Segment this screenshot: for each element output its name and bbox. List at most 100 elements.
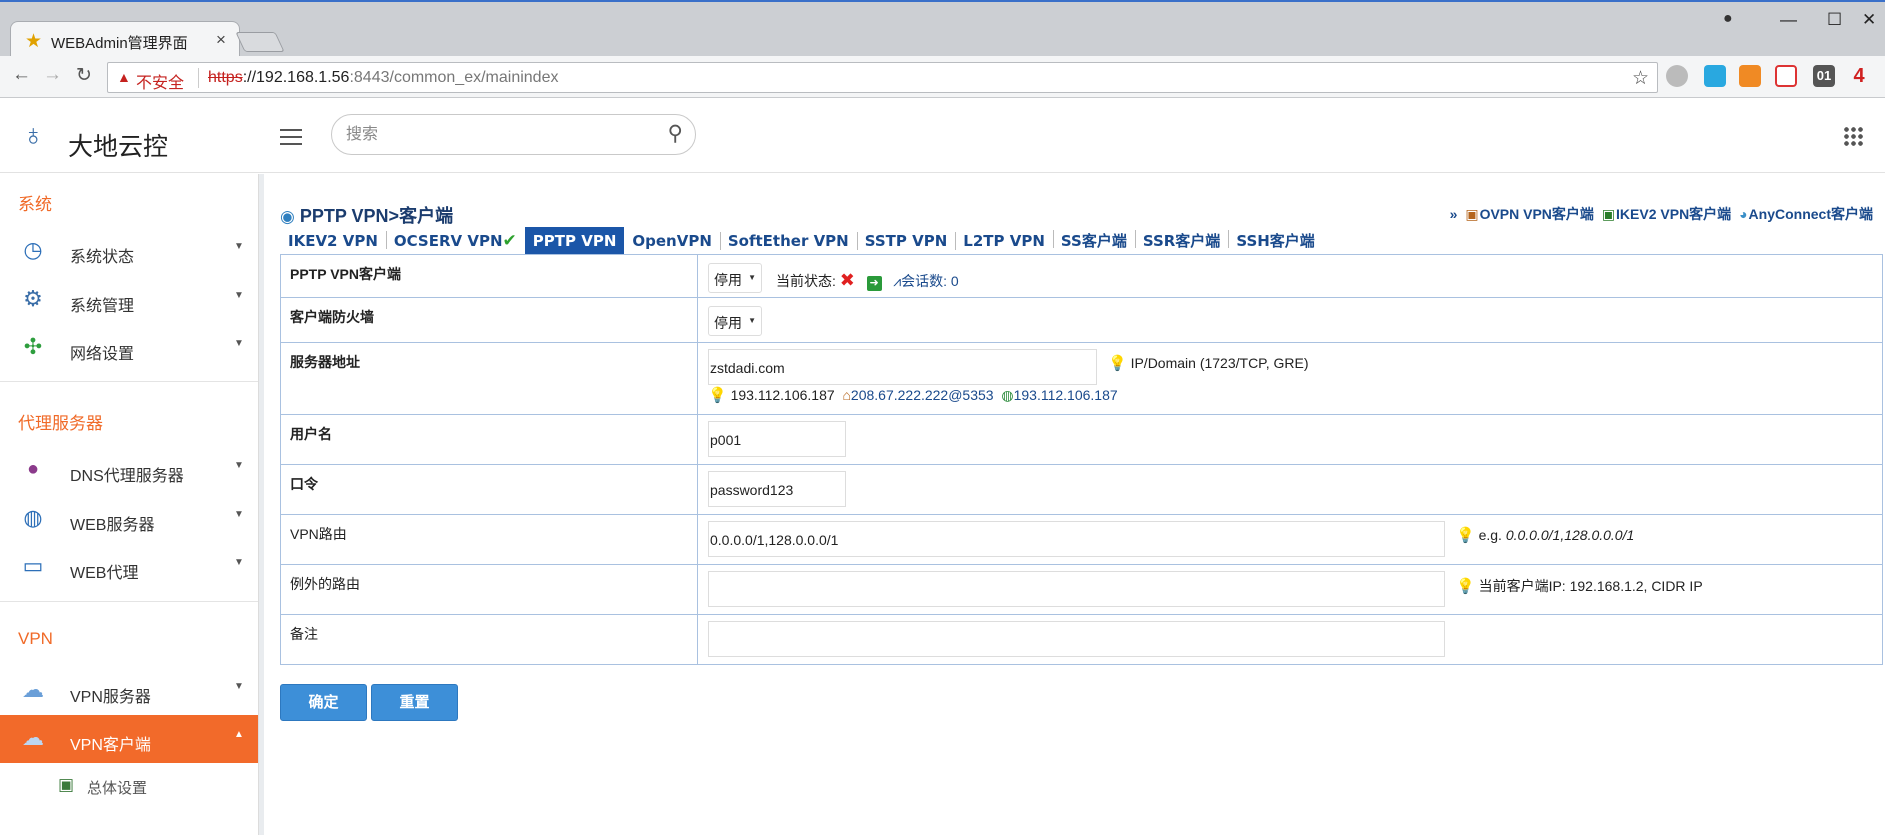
new-tab-button[interactable]	[235, 32, 285, 52]
extension-flower-icon[interactable]	[1775, 65, 1797, 87]
sidebar-divider	[0, 601, 258, 602]
sidebar-item-label: WEB服务器	[70, 517, 155, 534]
extension-01-icon[interactable]: 01	[1813, 65, 1835, 87]
main-content: ◉ PPTP VPN>客户端 » ▣OVPN VPN客户端 ▣IKEV2 VPN…	[259, 174, 1885, 835]
tab-label: OCSERV VPN	[393, 232, 503, 250]
link-anyconnect-client[interactable]: ◕AnyConnect客户端	[1739, 206, 1873, 222]
firewall-select[interactable]: 停用	[708, 306, 762, 336]
ok-button[interactable]: 确定	[280, 684, 367, 721]
except-route-input[interactable]	[708, 571, 1445, 607]
password-input[interactable]: password123	[708, 471, 846, 507]
address-separator	[198, 68, 199, 88]
insecure-label: 不安全	[136, 75, 185, 92]
www-globe-icon: ◍	[23, 505, 43, 530]
tab-ss-client[interactable]: SS客户端	[1052, 225, 1135, 253]
page-title-text: PPTP VPN>客户端	[299, 206, 454, 226]
stopped-x-icon: ✖	[839, 270, 855, 290]
sidebar-item-label: WEB代理	[70, 565, 139, 582]
sidebar-item-system-management[interactable]: ⚙ 系统管理 ▼	[0, 276, 258, 324]
star-favicon-icon: ★	[25, 31, 43, 52]
reset-button[interactable]: 重置	[371, 684, 458, 721]
server-address-input[interactable]: zstdadi.com	[708, 349, 1097, 385]
satellite-logo-icon: ♁	[22, 119, 45, 152]
start-arrow-icon[interactable]: ➜	[866, 276, 882, 291]
tab-sstp-vpn[interactable]: SSTP VPN	[856, 227, 956, 255]
tab-close-icon[interactable]: ×	[216, 30, 226, 50]
username-label: 用户名	[281, 415, 698, 464]
sidebar-item-web-proxy[interactable]: ▭ WEB代理 ▼	[0, 543, 258, 591]
extension-circle-icon[interactable]	[1666, 65, 1688, 87]
bookmark-star-icon[interactable]: ☆	[1632, 67, 1649, 90]
sidebar-item-label: 网络设置	[70, 346, 135, 363]
menu-toggle-icon[interactable]	[280, 129, 302, 145]
note-input[interactable]	[708, 621, 1445, 657]
search-box: ⚲	[331, 114, 696, 155]
server-ip-1: 193.112.106.187	[730, 387, 835, 403]
url-path: /common_ex/mainindex	[389, 69, 559, 86]
forward-icon[interactable]: →	[43, 64, 62, 86]
extension-face-icon[interactable]	[1739, 65, 1761, 87]
settings-monitor-icon: ▣	[58, 775, 75, 794]
tab-ocserv-vpn[interactable]: OCSERV VPN✔	[385, 226, 525, 254]
vpn-route-label: VPN路由	[281, 515, 698, 564]
vpn-route-input[interactable]: 0.0.0.0/1,128.0.0.0/1	[708, 521, 1445, 557]
client-enable-select[interactable]: 停用	[708, 263, 762, 293]
warning-icon: ▲	[117, 69, 131, 85]
minimize-icon[interactable]: —	[1780, 10, 1797, 30]
sidebar-subitem-general-settings[interactable]: ▣ 总体设置	[0, 770, 258, 806]
link-ikev2-client[interactable]: ▣IKEV2 VPN客户端	[1602, 206, 1731, 222]
tab-l2tp-vpn[interactable]: L2TP VPN	[955, 227, 1053, 255]
sidebar-item-vpn-client[interactable]: ☁ VPN客户端 ▲	[0, 715, 258, 763]
extension-4-icon[interactable]: 4	[1848, 65, 1870, 87]
sidebar-item-dns-proxy[interactable]: ● DNS代理服务器 ▼	[0, 446, 258, 494]
link-label: AnyConnect客户端	[1748, 206, 1873, 222]
tab-ssr-client[interactable]: SSR客户端	[1134, 225, 1228, 253]
username-input[interactable]: p001	[708, 421, 846, 457]
tab-ssh-client[interactable]: SSH客户端	[1228, 225, 1323, 253]
extension-grid-icon[interactable]	[1704, 65, 1726, 87]
browser-tab[interactable]: ★ WEBAdmin管理界面 ×	[10, 21, 240, 58]
sidebar-section-system: 系统	[18, 195, 52, 214]
apps-grid-icon[interactable]	[1843, 126, 1863, 146]
sessions-link[interactable]: 会话数: 0	[901, 273, 959, 289]
server-ip-2-link[interactable]: 193.112.106.187	[1014, 387, 1118, 403]
url-text[interactable]: https://192.168.1.56:8443/common_ex/main…	[208, 69, 558, 87]
chevron-down-icon: ▼	[234, 241, 244, 252]
address-bar[interactable]: ▲ 不安全 https://192.168.1.56:8443/common_e…	[107, 62, 1658, 93]
sidebar-item-network-settings[interactable]: ✣ 网络设置 ▼	[0, 324, 258, 372]
link-ovpn-client[interactable]: ▣OVPN VPN客户端	[1465, 206, 1594, 222]
sidebar-item-vpn-server[interactable]: ☁ VPN服务器 ▼	[0, 667, 258, 715]
form-row-vpn-route: VPN路由 0.0.0.0/1,128.0.0.0/1 💡 e.g. 0.0.0…	[280, 515, 1883, 565]
tab-openvpn[interactable]: OpenVPN	[624, 227, 720, 255]
profile-icon[interactable]: ●	[1723, 10, 1733, 28]
vpn-route-hint-prefix: e.g.	[1478, 527, 1506, 543]
close-window-icon[interactable]: ✕	[1862, 10, 1876, 30]
status-label: 当前状态:	[776, 273, 836, 289]
search-input[interactable]	[346, 124, 646, 146]
checkmark-icon: ✔	[502, 231, 517, 251]
tab-title: WEBAdmin管理界面	[51, 35, 188, 52]
sidebar: 系统 ◷ 系统状态 ▼ ⚙ 系统管理 ▼ ✣ 网络设置 ▼ 代理服务器 ● DN…	[0, 174, 259, 835]
chevron-down-icon: ▼	[234, 338, 244, 349]
browser-titlebar: ★ WEBAdmin管理界面 × ● — ☐ ✕	[0, 0, 1885, 58]
tab-ikev2-vpn[interactable]: IKEV2 VPN	[280, 227, 386, 255]
chevron-down-icon: ▼	[234, 460, 244, 471]
sidebar-item-label: 系统状态	[70, 249, 135, 266]
maximize-icon[interactable]: ☐	[1827, 10, 1842, 30]
sidebar-item-web-server[interactable]: ◍ WEB服务器 ▼	[0, 495, 258, 543]
lightbulb-icon: 💡	[708, 387, 727, 404]
client-enable-value: 停用	[714, 272, 742, 288]
lightbulb-icon: 💡	[1108, 355, 1127, 372]
firewall-label: 客户端防火墙	[281, 298, 698, 342]
back-icon[interactable]: ←	[12, 64, 31, 86]
tab-softether-vpn[interactable]: SoftEther VPN	[719, 227, 857, 255]
search-icon[interactable]: ⚲	[668, 121, 683, 146]
dns-server-link[interactable]: 208.67.222.222@5353	[851, 387, 994, 403]
cloud-lightning-icon: ☁	[22, 677, 44, 702]
tab-pptp-vpn[interactable]: PPTP VPN	[524, 227, 625, 255]
url-host: ://192.168.1.56	[242, 69, 350, 86]
sidebar-item-system-status[interactable]: ◷ 系统状态 ▼	[0, 227, 258, 275]
quick-links: » ▣OVPN VPN客户端 ▣IKEV2 VPN客户端 ◕AnyConnect…	[1450, 204, 1873, 224]
lock-icon: ▣	[1465, 206, 1479, 222]
reload-icon[interactable]: ↻	[76, 64, 92, 87]
